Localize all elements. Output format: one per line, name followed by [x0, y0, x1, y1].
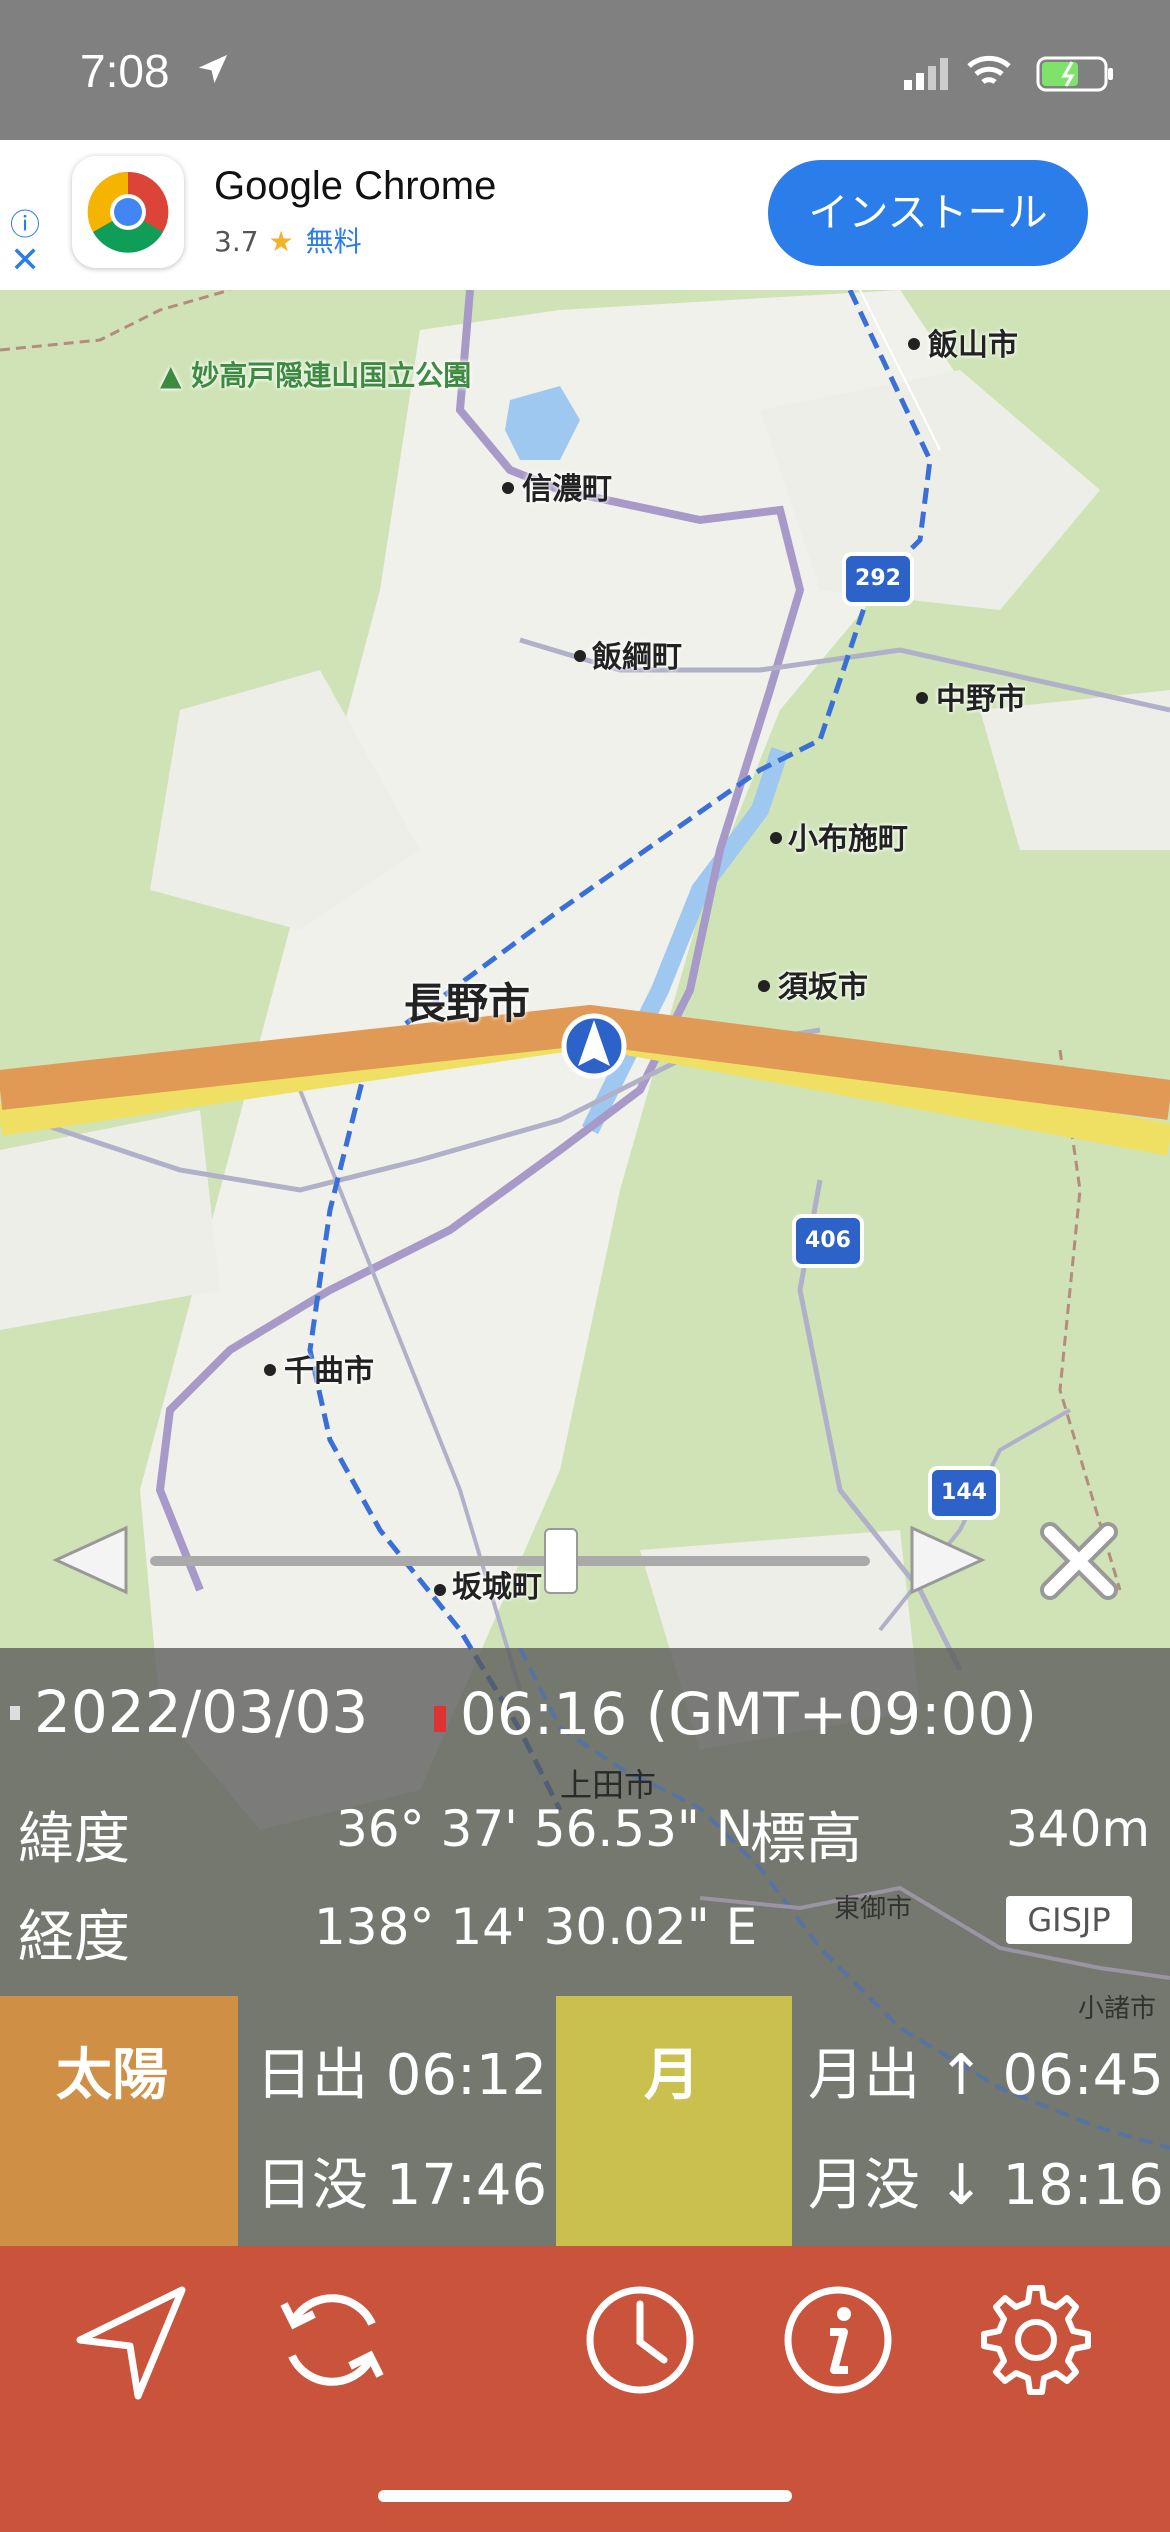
location-arrow-icon[interactable]: [74, 2280, 194, 2400]
time-marker: [434, 1706, 446, 1732]
wifi-icon: [967, 55, 1011, 85]
map-label-iiyama: 飯山市: [928, 328, 1018, 363]
moon-label: 月: [644, 2043, 700, 2108]
timeline-slider-row: [0, 1510, 1170, 1610]
gear-icon[interactable]: [976, 2280, 1096, 2400]
timeline-track[interactable]: [150, 1556, 870, 1566]
map-label-iizuna: 飯綱町: [592, 640, 682, 675]
next-triangle-icon[interactable]: [906, 1522, 990, 1598]
map-label-komoro: 小諸市: [1078, 1994, 1157, 2024]
tree-icon: ▲: [160, 359, 192, 392]
sunset-time: 日没 17:46: [256, 2153, 548, 2218]
status-time: 7:08: [80, 45, 170, 97]
elevation-value: 340m: [1006, 1800, 1151, 1858]
sun-box: 太陽: [0, 1996, 238, 2246]
moon-box: 月: [556, 1996, 792, 2246]
ad-rating-value: 3.7: [214, 225, 259, 258]
ad-banner[interactable]: ⓘ ✕ Google Chrome 3.7 ★ 無料 インストール: [0, 140, 1170, 290]
longitude-value: 138° 14' 30.02" E: [314, 1898, 758, 1956]
ad-info-icon[interactable]: ⓘ: [10, 200, 40, 244]
date-marker: [10, 1706, 20, 1720]
elevation-label: 標高: [750, 1807, 862, 1872]
longitude-label: 経度: [18, 1905, 130, 1970]
close-x-icon[interactable]: [1040, 1522, 1118, 1600]
info-icon[interactable]: [778, 2280, 898, 2400]
status-bar: 7:08: [0, 0, 1170, 140]
sun-label: 太陽: [56, 2043, 168, 2108]
route-shield-406: 406: [792, 1214, 864, 1268]
time-label[interactable]: 06:16 (GMT+09:00): [460, 1680, 1037, 1748]
route-shield-292: 292: [842, 552, 914, 606]
ad-price: 無料: [305, 225, 362, 258]
map-label-suzaka: 須坂市: [778, 970, 868, 1005]
map-label-obuse: 小布施町: [788, 822, 908, 857]
star-icon: ★: [268, 225, 294, 258]
location-arrow-small-icon: [198, 54, 228, 84]
date-label[interactable]: 2022/03/03: [34, 1678, 368, 1746]
map-label-park: ▲ 妙高戸隠連山国立公園: [160, 359, 472, 392]
prev-triangle-icon[interactable]: [48, 1522, 132, 1598]
refresh-icon[interactable]: [272, 2280, 392, 2400]
sunrise-time: 日出 06:12: [256, 2043, 548, 2108]
battery-icon: [1036, 56, 1113, 92]
map-label-chikuma: 千曲市: [284, 1354, 374, 1389]
ad-app-name: Google Chrome: [214, 164, 497, 208]
latitude-label: 緯度: [18, 1807, 130, 1872]
moonset-time: 月没 ↓ 18:16: [808, 2153, 1164, 2218]
chrome-app-icon[interactable]: [72, 156, 184, 268]
clock-icon[interactable]: [580, 2280, 700, 2400]
map-label-tomi: 東御市: [834, 1894, 913, 1924]
moonrise-time: 月出 ↑ 06:45: [808, 2043, 1164, 2108]
install-button[interactable]: インストール: [768, 160, 1088, 266]
ad-rating: 3.7 ★ 無料: [214, 220, 362, 260]
timeline-thumb[interactable]: [544, 1528, 579, 1594]
ad-close-icon[interactable]: ✕: [10, 240, 40, 281]
map-label-nakano: 中野市: [936, 682, 1026, 717]
latitude-value: 36° 37' 56.53" N: [336, 1800, 754, 1858]
map-label-nagano: 長野市: [404, 979, 531, 1028]
signal-icon: [904, 58, 948, 90]
home-indicator: [378, 2490, 792, 2502]
map-label-shinano: 信濃町: [522, 472, 612, 507]
gisjp-badge[interactable]: GISJP: [1006, 1896, 1132, 1944]
